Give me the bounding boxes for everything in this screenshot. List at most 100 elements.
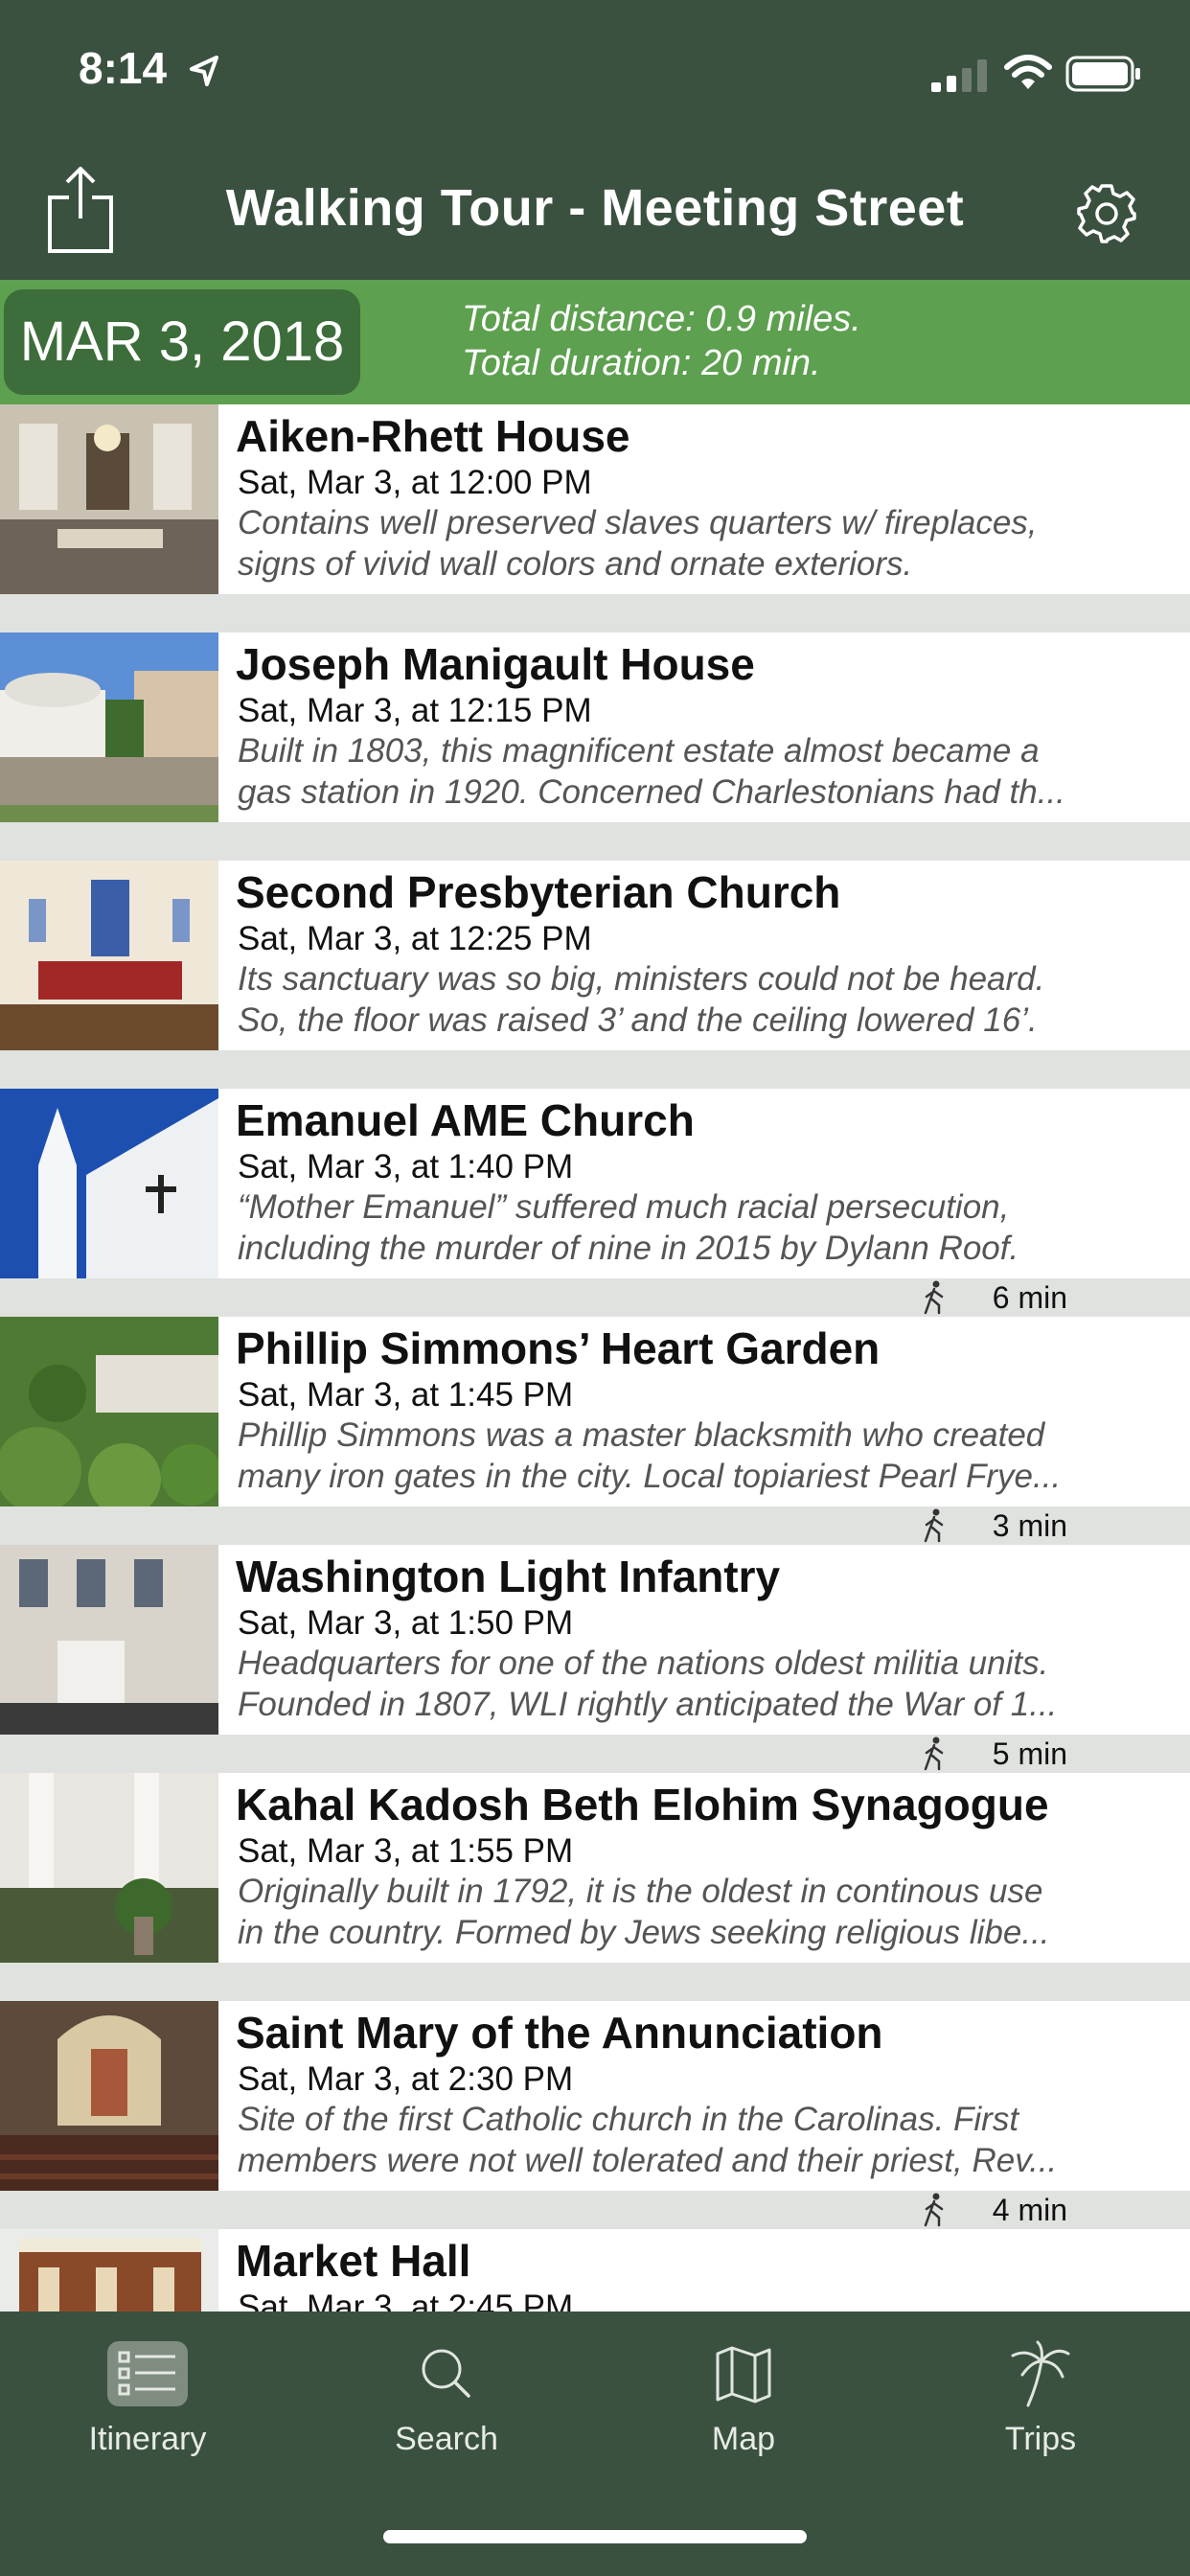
stop-description-line: signs of vivid wall colors and ornate ex… xyxy=(238,545,913,583)
itinerary-row[interactable]: Kahal Kadosh Beth Elohim Synagogue Sat, … xyxy=(0,1773,1190,1963)
tab-label: Search xyxy=(395,2421,498,2457)
stop-photo xyxy=(0,1545,218,1735)
stop-photo xyxy=(0,861,218,1050)
walking-time: 3 min xyxy=(924,1506,1067,1545)
tab-label: Map xyxy=(711,2421,776,2457)
tab-map[interactable]: Map xyxy=(648,2340,839,2458)
stop-name: Washington Light Infantry xyxy=(236,1552,781,1601)
stop-description-line: So, the floor was raised 3’ and the ceil… xyxy=(238,1001,1038,1039)
tab-search[interactable]: Search xyxy=(351,2340,542,2458)
stop-name: Saint Mary of the Annunciation xyxy=(236,2008,883,2058)
stop-description-line: Originally built in 1792, it is the olde… xyxy=(238,1873,1043,1910)
walking-person-icon xyxy=(924,1736,943,1771)
walking-time-separator: 6 min xyxy=(0,1278,1190,1317)
tab-label: Trips xyxy=(1004,2421,1077,2457)
stop-description: Site of the first Catholic church in the… xyxy=(238,2099,1157,2181)
stop-photo xyxy=(0,1773,218,1963)
walking-person-icon xyxy=(924,1280,943,1315)
stop-time: Sat, Mar 3, at 2:30 PM xyxy=(238,2060,574,2098)
date-button[interactable]: MAR 3, 2018 xyxy=(4,289,360,395)
stop-name: Emanuel AME Church xyxy=(236,1095,695,1145)
itinerary-row[interactable]: Aiken-Rhett House Sat, Mar 3, at 12:00 P… xyxy=(0,404,1190,594)
stop-description-line: gas station in 1920. Concerned Charlesto… xyxy=(238,773,1065,811)
stop-description: Originally built in 1792, it is the olde… xyxy=(238,1871,1157,1953)
stop-description: “Mother Emanuel” suffered much racial pe… xyxy=(238,1186,1157,1269)
stop-description-line: Phillip Simmons was a master blacksmith … xyxy=(238,1416,1045,1454)
trip-totals: Total distance: 0.9 miles. Total duratio… xyxy=(462,297,861,385)
stop-time: Sat, Mar 3, at 12:00 PM xyxy=(238,464,592,501)
row-separator xyxy=(0,1963,1190,2001)
stop-name: Second Presbyterian Church xyxy=(236,867,841,917)
stop-name: Kahal Kadosh Beth Elohim Synagogue xyxy=(236,1780,1049,1829)
stop-name: Joseph Manigault House xyxy=(236,639,755,689)
itinerary-row[interactable]: Joseph Manigault House Sat, Mar 3, at 12… xyxy=(0,632,1190,822)
stop-name: Market Hall xyxy=(236,2236,471,2286)
walking-time-label: 6 min xyxy=(992,1280,1067,1315)
walking-time-label: 4 min xyxy=(992,2193,1067,2227)
walking-time: 5 min xyxy=(924,1735,1067,1773)
row-separator xyxy=(0,1050,1190,1089)
stop-description: Headquarters for one of the nations olde… xyxy=(238,1643,1157,1725)
walking-person-icon xyxy=(924,2193,943,2227)
walking-person-icon xyxy=(924,1508,943,1543)
walking-time: 6 min xyxy=(924,1278,1067,1317)
stop-time: Sat, Mar 3, at 1:45 PM xyxy=(238,1376,574,1414)
search-icon xyxy=(422,2349,470,2398)
tab-trips[interactable]: Trips xyxy=(945,2340,1136,2458)
walking-time-separator: 3 min xyxy=(0,1506,1190,1545)
itinerary-row[interactable]: Market Hall Sat, Mar 3, at 2:45 PM xyxy=(0,2229,1190,2312)
stop-time: Sat, Mar 3, at 1:50 PM xyxy=(238,1604,574,1642)
row-separator xyxy=(0,822,1190,861)
stop-description-line: Founded in 1807, WLI rightly anticipated… xyxy=(238,1686,1058,1723)
stop-description-line: Its sanctuary was so big, ministers coul… xyxy=(238,960,1045,998)
itinerary-row[interactable]: Emanuel AME Church Sat, Mar 3, at 1:40 P… xyxy=(0,1089,1190,1278)
status-bar: 8:14 xyxy=(0,0,1190,144)
stop-time: Sat, Mar 3, at 1:55 PM xyxy=(238,1832,574,1870)
trip-summary: MAR 3, 2018 Total distance: 0.9 miles. T… xyxy=(0,280,1190,404)
gear-icon[interactable] xyxy=(1075,182,1138,245)
home-indicator[interactable] xyxy=(383,2530,807,2543)
stop-description-line: in the country. Formed by Jews seeking r… xyxy=(238,1914,1050,1951)
page-title: Walking Tour - Meeting Street xyxy=(225,179,965,237)
stop-description-line: Site of the first Catholic church in the… xyxy=(238,2101,1019,2138)
walking-time-label: 3 min xyxy=(992,1508,1067,1543)
stop-photo xyxy=(0,404,218,594)
walking-time-separator: 4 min xyxy=(0,2191,1190,2229)
stop-description-line: Headquarters for one of the nations olde… xyxy=(238,1644,1049,1682)
stop-description: Contains well preserved slaves quarters … xyxy=(238,502,1157,585)
navigation-bar: Walking Tour - Meeting Street xyxy=(0,144,1190,280)
stop-time: Sat, Mar 3, at 12:25 PM xyxy=(238,920,592,957)
status-time: 8:14 xyxy=(79,43,168,93)
itinerary-row[interactable]: Second Presbyterian Church Sat, Mar 3, a… xyxy=(0,861,1190,1050)
total-duration: Total duration: 20 min. xyxy=(462,343,821,383)
wifi-icon xyxy=(1004,55,1052,89)
location-arrow-icon xyxy=(190,56,218,86)
stop-description-line: “Mother Emanuel” suffered much racial pe… xyxy=(238,1188,1010,1226)
cellular-signal-icon xyxy=(931,59,987,92)
itinerary-row[interactable]: Phillip Simmons’ Heart Garden Sat, Mar 3… xyxy=(0,1317,1190,1506)
walking-time: 4 min xyxy=(924,2191,1067,2229)
stop-photo xyxy=(0,1089,218,1278)
stop-photo xyxy=(0,632,218,822)
walking-time-separator: 5 min xyxy=(0,1735,1190,1773)
stop-photo xyxy=(0,1317,218,1506)
itinerary-row[interactable]: Saint Mary of the Annunciation Sat, Mar … xyxy=(0,2001,1190,2191)
stop-time: Sat, Mar 3, at 12:15 PM xyxy=(238,692,592,729)
stop-description: Built in 1803, this magnificent estate a… xyxy=(238,730,1157,813)
stop-description-line: members were not well tolerated and thei… xyxy=(238,2142,1058,2179)
palm-tree-icon xyxy=(1011,2340,1070,2407)
stop-description-line: Contains well preserved slaves quarters … xyxy=(238,504,1038,541)
tab-label: Itinerary xyxy=(88,2421,207,2457)
itinerary-list[interactable]: Aiken-Rhett House Sat, Mar 3, at 12:00 P… xyxy=(0,404,1190,2312)
stop-description: Phillip Simmons was a master blacksmith … xyxy=(238,1414,1157,1497)
walking-time-label: 5 min xyxy=(992,1736,1067,1771)
total-distance: Total distance: 0.9 miles. xyxy=(462,299,861,339)
stop-description-line: many iron gates in the city. Local topia… xyxy=(238,1458,1062,1495)
row-separator xyxy=(0,594,1190,632)
stop-name: Phillip Simmons’ Heart Garden xyxy=(236,1323,881,1373)
itinerary-icon xyxy=(107,2341,188,2406)
stop-time: Sat, Mar 3, at 1:40 PM xyxy=(238,1148,574,1185)
tab-itinerary[interactable]: Itinerary xyxy=(52,2340,243,2458)
map-icon xyxy=(716,2346,771,2404)
itinerary-row[interactable]: Washington Light Infantry Sat, Mar 3, at… xyxy=(0,1545,1190,1735)
